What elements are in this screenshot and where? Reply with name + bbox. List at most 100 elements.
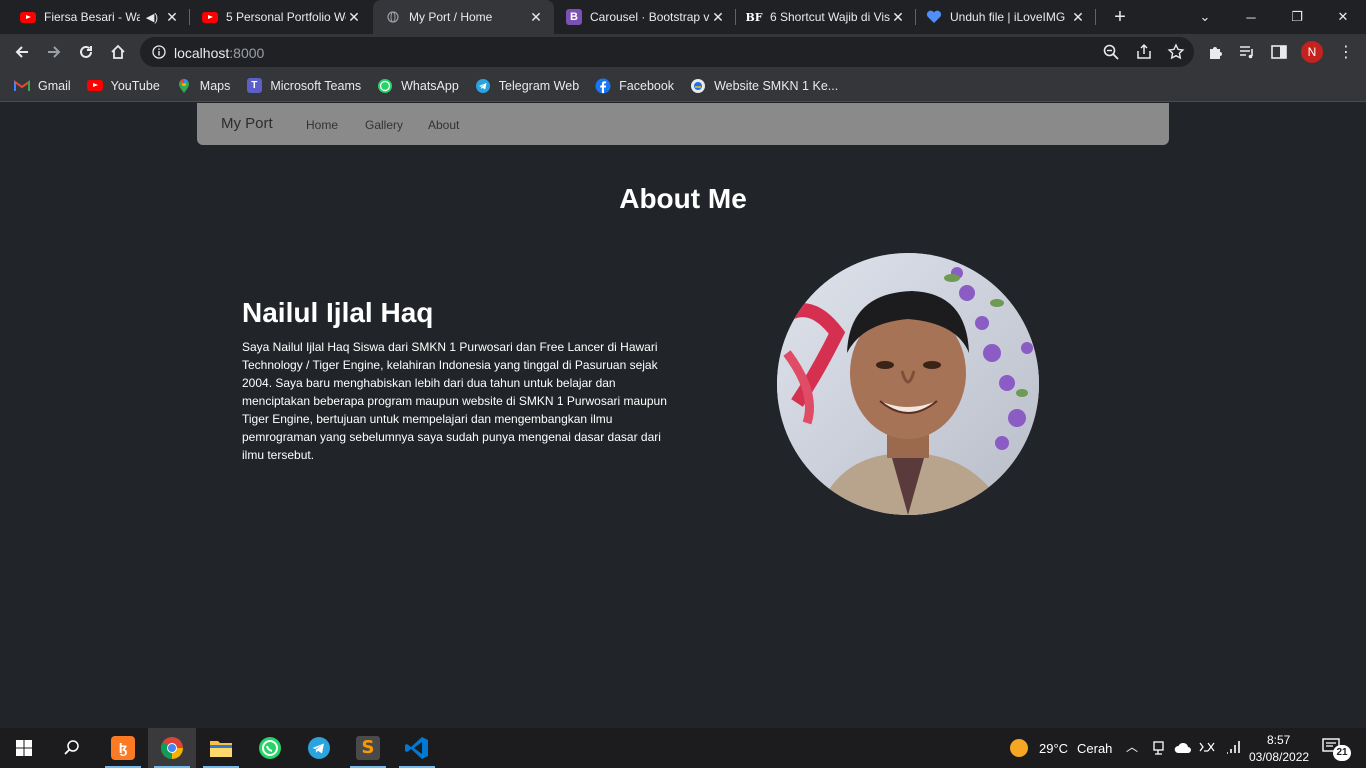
new-tab-button[interactable]: +	[1108, 5, 1132, 29]
close-icon[interactable]: ✕	[890, 9, 906, 26]
school-icon	[690, 78, 706, 94]
weather-temp: 29°C	[1039, 741, 1069, 756]
share-icon[interactable]	[1135, 43, 1153, 61]
teams-icon: T	[246, 78, 262, 94]
onedrive-icon[interactable]	[1174, 741, 1192, 759]
menu-kebab-icon[interactable]: ⋮	[1336, 42, 1356, 62]
info-icon[interactable]	[152, 45, 166, 59]
profile-name: Nailul Ijlal Haq	[242, 297, 434, 328]
tab-my-port[interactable]: My Port / Home ✕	[373, 0, 554, 34]
tab-title: Carousel · Bootstrap v5	[590, 10, 710, 24]
taskbar-search-button[interactable]	[48, 728, 96, 768]
home-button[interactable]	[104, 38, 132, 66]
nav-about[interactable]: About	[428, 118, 459, 132]
file-explorer-app[interactable]	[197, 728, 245, 768]
close-icon[interactable]: ✕	[346, 9, 362, 26]
bookmark-facebook[interactable]: Facebook	[595, 78, 674, 94]
tab-carousel[interactable]: B Carousel · Bootstrap v5 ✕	[556, 0, 736, 34]
gmail-icon	[14, 78, 30, 94]
telegram-app[interactable]	[295, 728, 343, 768]
page-content: My Port Home Gallery About About Me Nail…	[0, 103, 1366, 728]
tab-portfolio[interactable]: 5 Personal Portfolio Website ✕	[182, 0, 372, 34]
bookmark-smkn[interactable]: Website SMKN 1 Ke...	[690, 78, 838, 94]
maps-icon	[176, 78, 192, 94]
chrome-icon	[161, 737, 183, 759]
tab-title: 6 Shortcut Wajib di Visual Studio	[770, 10, 890, 24]
bookmark-gmail[interactable]: Gmail	[14, 78, 71, 94]
restore-button[interactable]: ❐	[1274, 0, 1320, 34]
minimize-button[interactable]: ─	[1228, 0, 1274, 34]
folder-icon	[210, 741, 232, 757]
whatsapp-app[interactable]	[246, 728, 294, 768]
whatsapp-icon	[259, 737, 281, 759]
tab-fiersa[interactable]: Fiersa Besari - Waktu yang Salah ◀) ✕	[0, 0, 190, 34]
tab-ilovimg[interactable]: Unduh file | iLoveIMG ✕	[916, 0, 1096, 34]
site-navbar: My Port Home Gallery About	[197, 103, 1169, 145]
youtube-icon	[202, 9, 218, 25]
sublime-text-app[interactable]: S	[344, 728, 392, 768]
heart-icon	[926, 9, 942, 25]
bookmarks-bar: Gmail YouTube Maps T Microsoft Teams Wha…	[0, 70, 1366, 102]
weather-widget[interactable]: 29°C Cerah	[1008, 738, 1124, 758]
bookmark-telegram[interactable]: Telegram Web	[475, 78, 579, 94]
nav-home[interactable]: Home	[306, 118, 338, 132]
side-panel-icon[interactable]	[1269, 42, 1289, 62]
url-text[interactable]: localhost:8000	[174, 45, 264, 61]
tab-title: 5 Personal Portfolio Website	[226, 10, 346, 24]
close-icon[interactable]: ✕	[164, 9, 180, 26]
telegram-icon	[475, 78, 491, 94]
address-bar[interactable]: localhost:8000	[140, 37, 1194, 67]
sublime-icon: S	[356, 736, 380, 760]
forward-button[interactable]	[40, 38, 68, 66]
browser-toolbar: localhost:8000 N ⋮	[0, 34, 1366, 70]
meet-now-icon[interactable]	[1152, 740, 1166, 761]
clock[interactable]: 8:57 03/08/2022	[1243, 730, 1315, 766]
back-button[interactable]	[8, 38, 36, 66]
chrome-app[interactable]	[148, 728, 196, 768]
vscode-app[interactable]	[393, 728, 441, 768]
speaker-icon[interactable]: ◀)	[146, 11, 158, 24]
bootstrap-icon: B	[566, 9, 582, 25]
extensions-icon[interactable]	[1206, 42, 1226, 62]
profile-avatar[interactable]: N	[1301, 41, 1323, 63]
sun-icon	[1010, 739, 1028, 757]
clock-time: 8:57	[1267, 733, 1291, 747]
page-heading: About Me	[619, 183, 747, 214]
keyboard-icon[interactable]	[1198, 740, 1216, 759]
youtube-icon	[20, 9, 36, 25]
youtube-icon	[86, 78, 103, 94]
close-icon[interactable]: ✕	[710, 9, 726, 26]
close-window-button[interactable]: ✕	[1320, 0, 1366, 34]
reload-button[interactable]	[72, 38, 100, 66]
site-brand[interactable]: My Port	[221, 115, 273, 132]
network-icon[interactable]	[1225, 740, 1241, 759]
profile-photo	[777, 253, 1039, 515]
xampp-icon: ɮ	[111, 736, 135, 760]
bookmark-teams[interactable]: T Microsoft Teams	[246, 78, 361, 94]
tab-title: Unduh file | iLoveIMG	[950, 10, 1066, 24]
facebook-icon	[595, 78, 611, 94]
notification-count: 21	[1333, 745, 1351, 761]
bookmark-maps[interactable]: Maps	[176, 78, 230, 94]
show-hidden-icons-icon[interactable]: ︿	[1126, 738, 1138, 755]
bookmark-star-icon[interactable]	[1167, 43, 1185, 61]
start-button[interactable]	[0, 728, 48, 768]
tab-search-icon[interactable]: ⌄	[1182, 0, 1228, 34]
tab-title: Fiersa Besari - Waktu yang Salah	[44, 10, 140, 24]
tab-shortcut[interactable]: BF 6 Shortcut Wajib di Visual Studio ✕	[736, 0, 916, 34]
close-icon[interactable]: ✕	[1070, 9, 1086, 26]
profile-bio: Saya Nailul Ijlal Haq Siswa dari SMKN 1 …	[242, 340, 667, 462]
nav-gallery[interactable]: Gallery	[365, 118, 403, 132]
windows-icon	[16, 740, 32, 756]
tab-title: My Port / Home	[409, 10, 493, 24]
telegram-icon	[308, 737, 330, 759]
bookmark-whatsapp[interactable]: WhatsApp	[377, 78, 459, 94]
windows-taskbar: ɮ S 29°C Cerah ︿ 8:57 03/08/2022 21	[0, 728, 1366, 768]
xampp-app[interactable]: ɮ	[99, 728, 147, 768]
close-icon[interactable]: ✕	[528, 9, 544, 26]
media-control-icon[interactable]	[1237, 42, 1257, 62]
whatsapp-icon	[377, 78, 393, 94]
zoom-icon[interactable]	[1102, 43, 1120, 61]
notification-center-button[interactable]: 21	[1322, 738, 1352, 761]
bookmark-youtube[interactable]: YouTube	[86, 78, 160, 94]
